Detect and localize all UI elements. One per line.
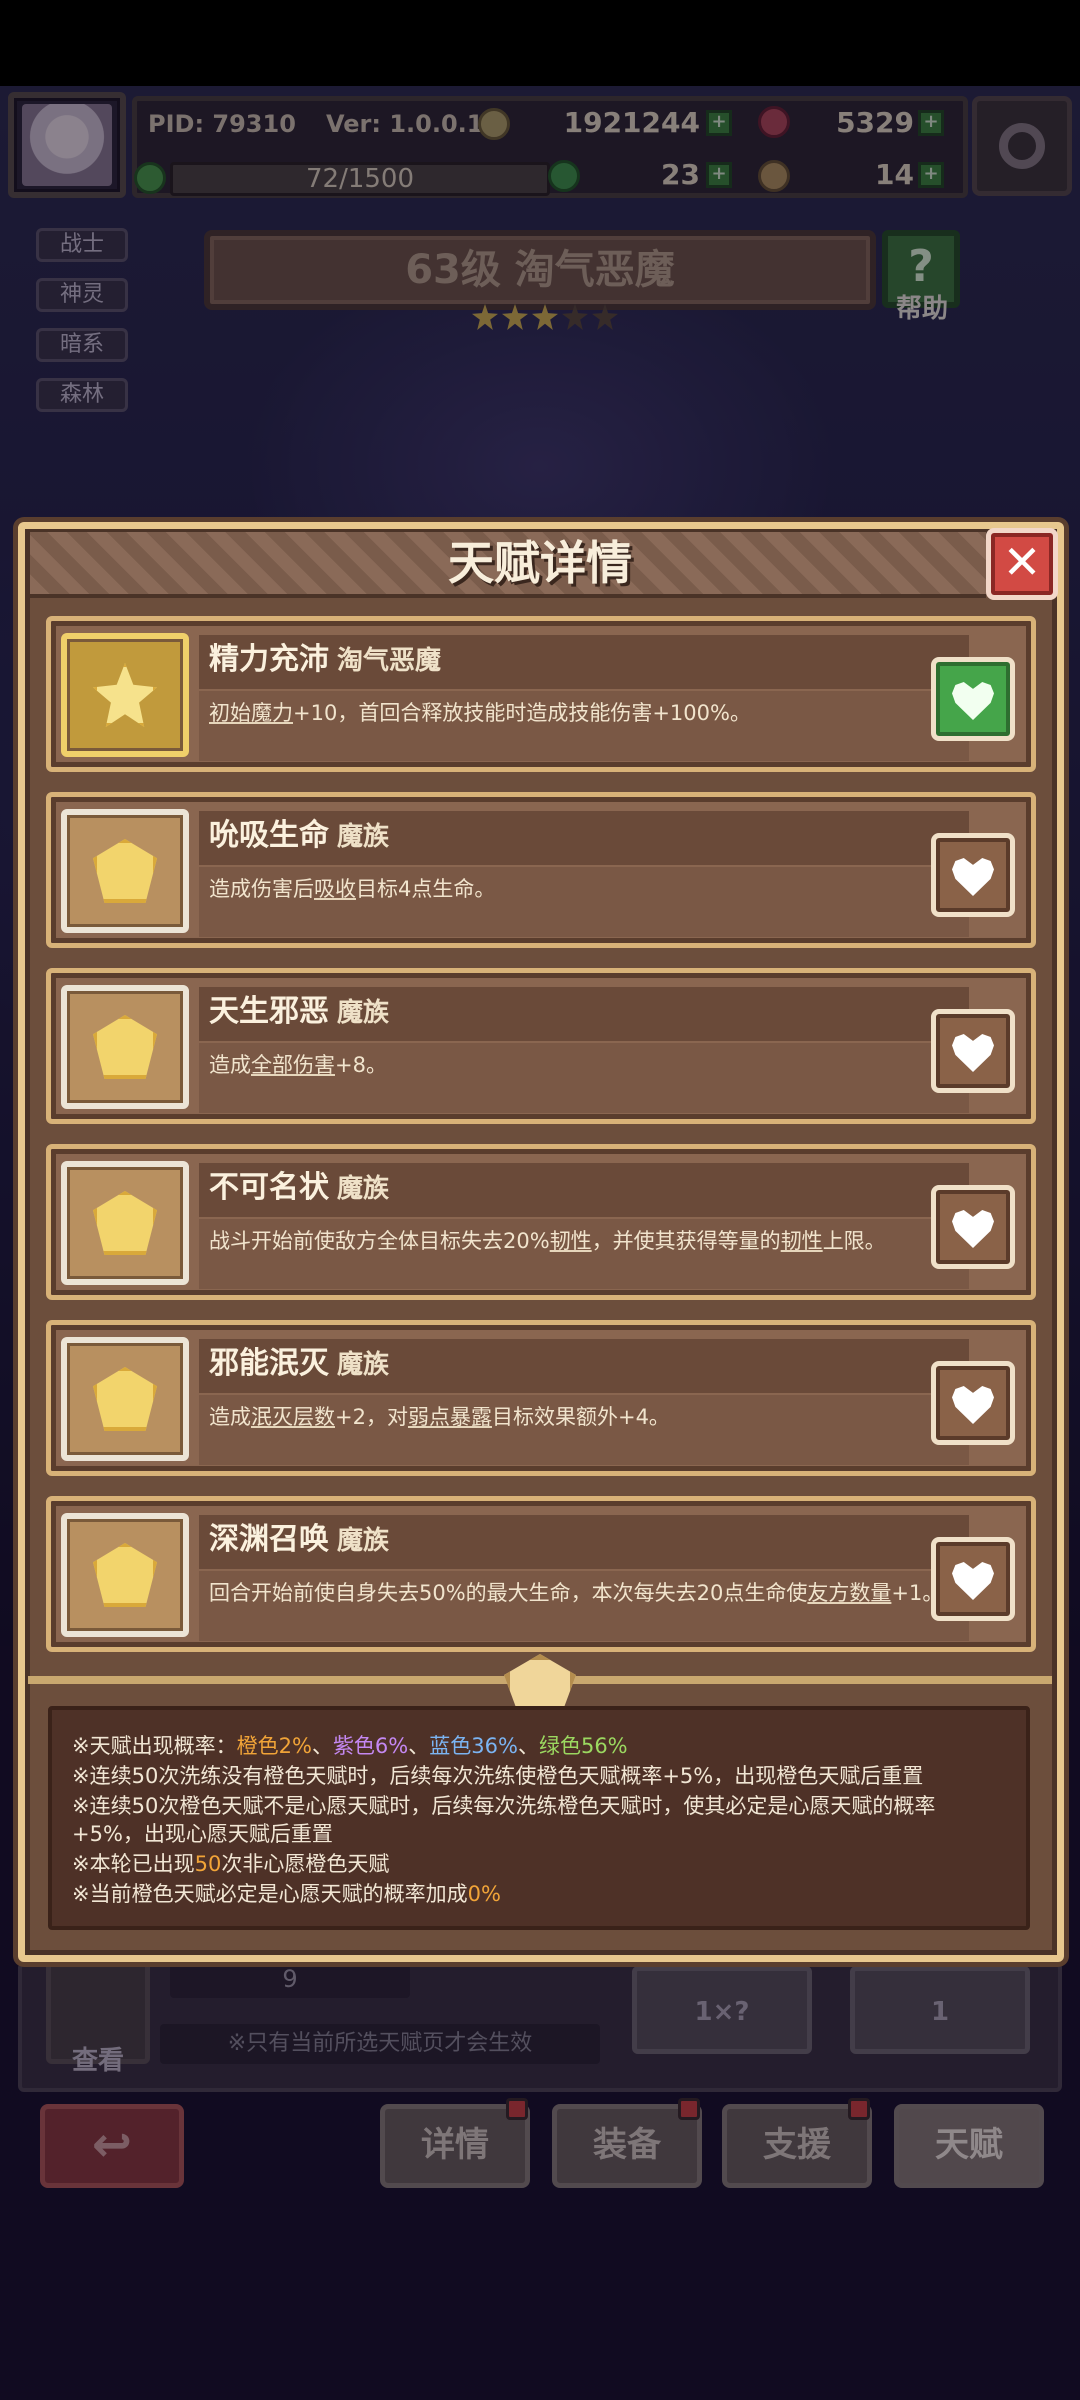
round-count-suffix: 次非心愿橙色天赋 (221, 1852, 390, 1876)
info-pity-rule: ※连续50次洗练没有橙色天赋时，后续每次洗练使橙色天赋概率+5%，出现橙色天赋后… (72, 1764, 924, 1788)
talent-card[interactable]: 不可名状 魔族战斗开始前使敌方全体目标失去20%韧性，并使其获得等量的韧性上限。 (46, 1144, 1036, 1300)
talent-title: 不可名状 (209, 1170, 329, 1205)
talent-name: 吮吸生命 魔族 (209, 813, 389, 860)
talent-title: 邪能泯灭 (209, 1346, 329, 1381)
wish-heart-button[interactable] (931, 657, 1015, 741)
heart-icon (952, 1386, 994, 1424)
talent-race: 魔族 (337, 822, 390, 852)
status-bar-area (0, 0, 1080, 86)
wish-heart-button[interactable] (931, 1361, 1015, 1445)
talent-description: 回合开始前使自身失去50%的最大生命，本次每失去20点生命使友方数量+1。 (209, 1581, 944, 1605)
talent-title: 吮吸生命 (209, 818, 329, 853)
talent-icon[interactable] (61, 633, 189, 757)
wish-bonus-prefix: ※当前橙色天赋必定是心愿天赋的概率加成 (72, 1882, 468, 1906)
blue-rate: 蓝色36% (429, 1734, 518, 1758)
wish-heart-button[interactable] (931, 833, 1015, 917)
info-wish-bonus: ※当前橙色天赋必定是心愿天赋的概率加成0% (72, 1880, 501, 1908)
talent-name: 精力充沛 淘气恶魔 (209, 637, 441, 684)
talent-icon[interactable] (61, 1161, 189, 1285)
round-count-value: 50 (194, 1852, 222, 1876)
wish-heart-button[interactable] (931, 1537, 1015, 1621)
talent-description: 战斗开始前使敌方全体目标失去20%韧性，并使其获得等量的韧性上限。 (209, 1229, 886, 1253)
talent-card[interactable]: 吮吸生命 魔族造成伤害后吸收目标4点生命。 (46, 792, 1036, 948)
talent-race: 淘气恶魔 (337, 646, 442, 676)
heart-icon (952, 1562, 994, 1600)
talent-name: 天生邪恶 魔族 (209, 989, 389, 1036)
demon-emblem-icon (93, 1191, 157, 1255)
wish-heart-button[interactable] (931, 1009, 1015, 1093)
talent-race: 魔族 (337, 1350, 390, 1380)
round-count-prefix: ※本轮已出现 (72, 1852, 195, 1876)
talent-title: 深渊召唤 (209, 1522, 329, 1557)
heart-icon (952, 1034, 994, 1072)
info-wish-rule-cont: +5%，出现心愿天赋后重置 (72, 1822, 333, 1846)
talent-race: 魔族 (337, 1174, 390, 1204)
talent-name: 不可名状 魔族 (209, 1165, 389, 1212)
orange-rate: 橙色2% (236, 1734, 312, 1758)
talent-icon[interactable] (61, 985, 189, 1109)
demon-emblem-icon (93, 1543, 157, 1607)
demon-emblem-icon (93, 839, 157, 903)
talent-card[interactable]: 精力充沛 淘气恶魔初始魔力+10，首回合释放技能时造成技能伤害+100%。 (46, 616, 1036, 772)
demon-emblem-icon (93, 1015, 157, 1079)
heart-icon (952, 858, 994, 896)
close-button[interactable]: ✕ (986, 528, 1058, 600)
talent-description: 造成伤害后吸收目标4点生命。 (209, 877, 496, 901)
demon-emblem-icon (93, 1367, 157, 1431)
talent-icon[interactable] (61, 1513, 189, 1637)
talent-description: 初始魔力+10，首回合释放技能时造成技能伤害+100%。 (209, 701, 751, 725)
heart-icon (952, 1210, 994, 1248)
talent-name: 邪能泯灭 魔族 (209, 1341, 389, 1388)
separator: 、 (517, 1734, 539, 1758)
talent-icon[interactable] (61, 1337, 189, 1461)
separator: 、 (311, 1734, 333, 1758)
talent-title: 天生邪恶 (209, 994, 329, 1029)
green-rate: 绿色56% (538, 1734, 628, 1758)
wish-heart-button[interactable] (931, 1185, 1015, 1269)
talent-race: 魔族 (337, 1526, 390, 1556)
purple-rate: 紫色6% (332, 1734, 409, 1758)
talent-card[interactable]: 深渊召唤 魔族回合开始前使自身失去50%的最大生命，本次每失去20点生命使友方数量… (46, 1496, 1036, 1652)
talent-description: 造成全部伤害+8。 (209, 1053, 387, 1077)
talent-card[interactable]: 邪能泯灭 魔族造成泯灭层数+2，对弱点暴露目标效果额外+4。 (46, 1320, 1036, 1476)
talent-description: 造成泯灭层数+2，对弱点暴露目标效果额外+4。 (209, 1405, 670, 1429)
info-round-count: ※本轮已出现50次非心愿橙色天赋 (72, 1850, 389, 1878)
info-prefix: ※天赋出现概率： (72, 1734, 237, 1758)
talent-name: 深渊召唤 魔族 (209, 1517, 389, 1564)
info-wish-rule: ※连续50次橙色天赋不是心愿天赋时，后续每次洗练橙色天赋时，使其必定是心愿天赋的… (72, 1794, 936, 1818)
heart-icon (952, 682, 994, 720)
talent-race: 魔族 (337, 998, 390, 1028)
wish-bonus-value: 0% (467, 1882, 501, 1906)
modal-title: 天赋详情 (448, 536, 632, 590)
talent-card[interactable]: 天生邪恶 魔族造成全部伤害+8。 (46, 968, 1036, 1124)
info-probability-line: ※天赋出现概率：橙色2%、紫色6%、蓝色36%、绿色56% (72, 1732, 628, 1760)
star-emblem-icon (93, 663, 157, 727)
talent-icon[interactable] (61, 809, 189, 933)
separator: 、 (408, 1734, 430, 1758)
talent-title: 精力充沛 (209, 642, 329, 677)
